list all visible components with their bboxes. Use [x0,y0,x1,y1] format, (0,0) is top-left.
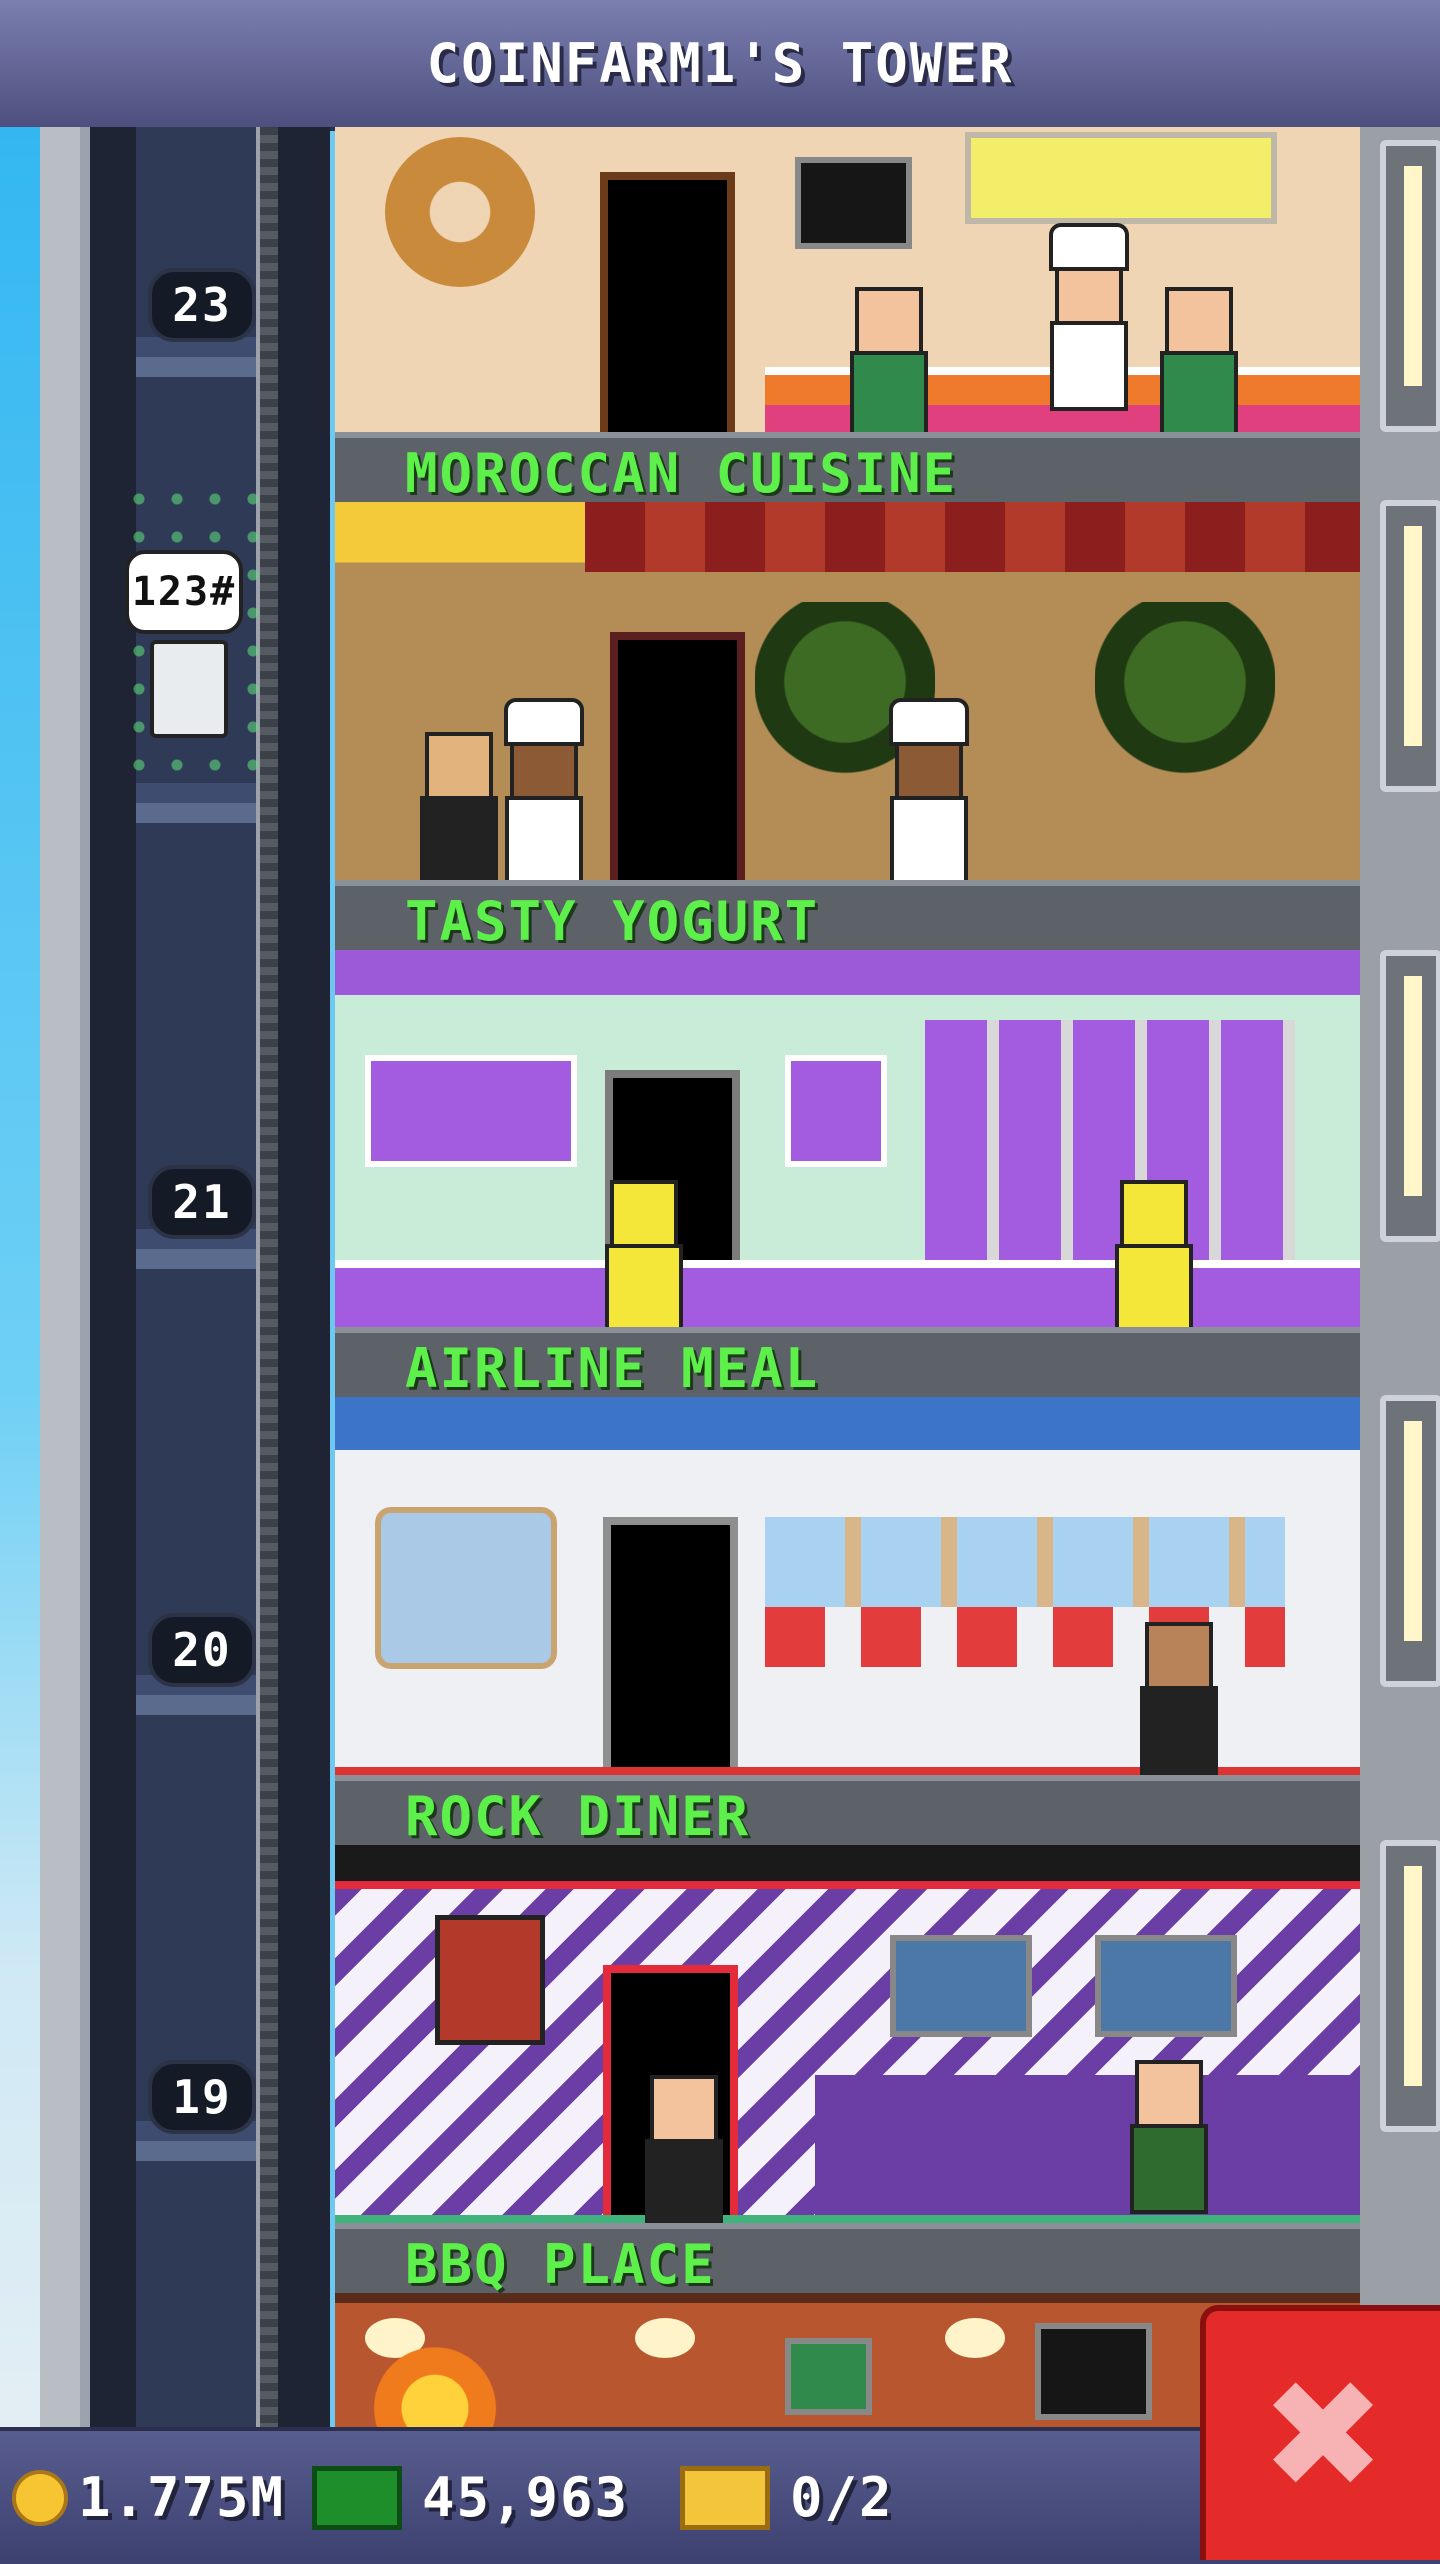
chef-person [500,698,584,880]
floor-19[interactable]: BBQ PLACE [335,1845,1360,2299]
plane-window [375,1507,557,1669]
floor-22-door [610,632,745,880]
window-right [1380,950,1440,1242]
rock-poster [435,1915,545,2045]
floor-21[interactable]: AIRLINE MEAL [335,950,1360,1403]
floor-23[interactable]: MOROCCAN CUISINE [335,127,1360,508]
coin-amount: 1.775M [78,2466,286,2529]
close-button[interactable]: ✖ [1200,2305,1440,2560]
bux-amount: 45,963 [422,2466,630,2529]
window-right [1380,500,1440,792]
floor-marker-21: 21 [148,1165,256,1239]
menu-board [785,1055,887,1167]
window-right [1380,140,1440,432]
hazmat-visitor [1110,1180,1193,1327]
shaft-rail [80,127,90,2427]
bbq-sign [785,2338,872,2415]
floor-23-room [335,127,1360,432]
floor-20-room [335,1397,1360,1775]
diner-photo [890,1935,1032,2037]
floor-19-room [335,1845,1360,2223]
drapes [585,502,1360,572]
attendant-person [1135,1622,1218,1775]
floor-marker-20: 20 [148,1613,256,1687]
elevator-passenger [150,640,228,738]
hazmat-visitor [600,1180,683,1327]
golden-ticket-icon [680,2465,770,2530]
menu-board [965,132,1277,224]
waiter-person [640,2075,723,2223]
floor-name-bar: TASTY YOGURT [335,880,1360,956]
waiter-person [415,732,498,880]
floor-name: TASTY YOGURT [405,889,820,953]
staff-person [1155,287,1238,432]
floor-name: MOROCCAN CUISINE [405,441,958,505]
elevator-cable [260,127,278,2427]
window-right [1380,1840,1440,2132]
floor-marker-19: 19 [148,2060,256,2134]
chef-person [1045,223,1129,411]
menu-board [365,1055,577,1167]
floor-name: AIRLINE MEAL [405,1336,820,1400]
rider-floor-bubble: 123# [125,550,243,634]
visitor-person [1125,2060,1208,2214]
elevator-rider[interactable]: 123# [120,480,280,790]
coin-icon [12,2469,68,2526]
diner-ceiling [335,1845,1360,1889]
ticket-counter[interactable]: 0/2 [680,2431,894,2564]
floor-20[interactable]: ROCK DINER [335,1397,1360,1851]
flame-icon [355,2333,515,2427]
bux-counter[interactable]: 45,963 [312,2431,629,2564]
plane-windows-row [765,1517,1285,1607]
floor-23-door [600,172,735,432]
floor-22[interactable]: TASTY YOGURT [335,502,1360,956]
window-right [1380,1395,1440,1687]
floor-name-bar: AIRLINE MEAL [335,1327,1360,1403]
floor-name-bar: MOROCCAN CUISINE [335,432,1360,508]
close-x-icon: ✖ [1260,2348,1386,2523]
menu-screen [795,157,912,249]
floor-stripe [335,2215,1360,2223]
coin-counter[interactable]: 1.775M [12,2431,285,2564]
staff-person [845,287,928,432]
shop-counter [335,1260,1360,1327]
floor-name-bar: ROCK DINER [335,1775,1360,1851]
tower-title: COINFARM1'S TOWER [426,32,1014,95]
menu-screen [1035,2323,1152,2420]
floor-21-room [335,950,1360,1327]
floor-name-bar: BBQ PLACE [335,2223,1360,2299]
title-bar: COINFARM1'S TOWER [0,0,1440,131]
donut-sign-icon [385,137,535,287]
floor-20-door [603,1517,738,1775]
floor-22-room [335,502,1360,880]
diner-photo [1095,1935,1237,2037]
ticket-amount: 0/2 [790,2466,894,2529]
ceiling-light [945,2318,1005,2358]
floor-name: BBQ PLACE [405,2232,716,2296]
floor-marker-23: 23 [148,268,256,342]
chef-person [885,698,969,880]
palm-plant-icon [1095,602,1275,802]
cash-icon [312,2465,402,2530]
bbq-ceiling [335,2293,1360,2303]
ceiling-light [635,2318,695,2358]
diner-booths [815,2075,1360,2215]
floor-name: ROCK DINER [405,1784,751,1848]
